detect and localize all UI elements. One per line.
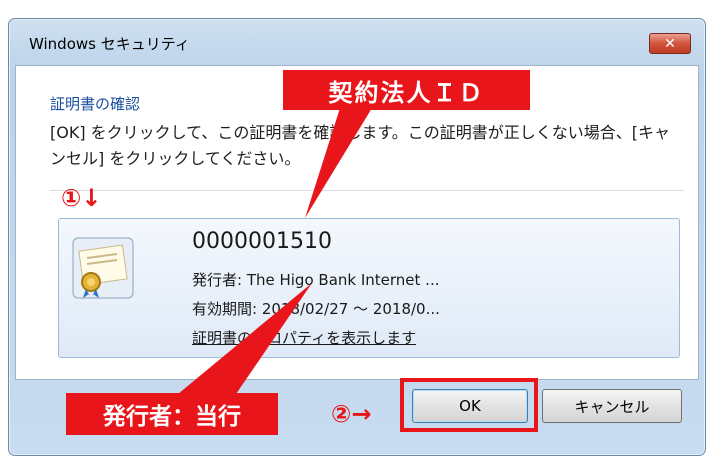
callout-pointers [178,108,372,394]
callout-issuer: 発行者：当行 [66,393,278,435]
callout-issuer-pointer [178,283,312,394]
callout-id-pointer [305,108,372,218]
step-2-marker: ②→ [331,400,372,428]
step-1-marker: ①↓ [61,184,102,212]
callout-contract-id: 契約法人ＩＤ [283,70,530,110]
